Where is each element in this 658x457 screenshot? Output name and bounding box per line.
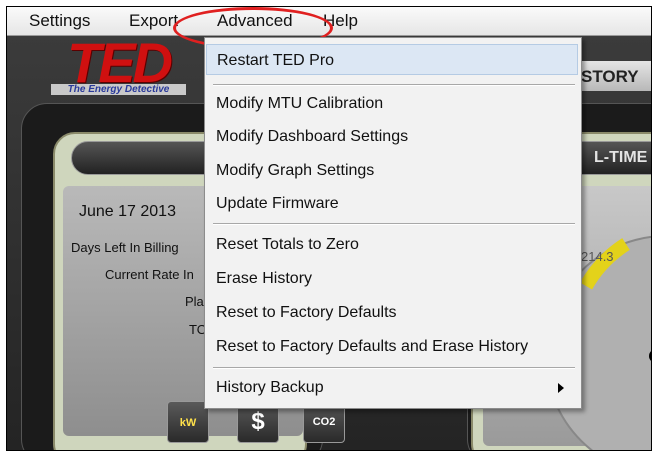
menu-item-erase-history[interactable]: Erase History (206, 263, 578, 294)
stat-days-left: Days Left In Billing (71, 240, 179, 255)
gauge-scale-value: 214.3 (581, 249, 614, 264)
menu-item-reset-totals[interactable]: Reset Totals to Zero (206, 229, 578, 260)
stat-plan: Pla (185, 294, 204, 309)
menu-item-restart[interactable]: Restart TED Pro (206, 44, 578, 75)
menu-item-mtu-calibration[interactable]: Modify MTU Calibration (206, 88, 578, 119)
logo-tagline: The Energy Detective (51, 84, 186, 95)
menu-item-dashboard-settings[interactable]: Modify Dashboard Settings (206, 121, 578, 152)
history-backup-label: History Backup (216, 379, 324, 396)
menu-item-factory-defaults[interactable]: Reset to Factory Defaults (206, 297, 578, 328)
menu-item-update-firmware[interactable]: Update Firmware (206, 188, 578, 219)
menu-settings[interactable]: Settings (29, 11, 90, 31)
present-date: June 17 2013 (79, 203, 176, 220)
menu-separator (213, 367, 575, 369)
submenu-arrow-icon (558, 383, 564, 393)
dollar-icon: $ (251, 408, 265, 435)
menu-item-history-backup[interactable]: History Backup (206, 372, 578, 403)
kw-view-button[interactable]: kW (167, 401, 209, 443)
co2-icon: CO2 (312, 416, 336, 428)
menu-separator (213, 223, 575, 225)
lightbulb-kw-icon: kW (179, 417, 197, 429)
ted-logo: TED The Energy Detective (51, 31, 186, 96)
menu-separator (213, 84, 575, 86)
menu-export[interactable]: Export (129, 11, 178, 31)
stat-current-rate: Current Rate In (105, 267, 194, 282)
app-window: TED The Energy Detective STORY PRES June… (6, 6, 652, 451)
advanced-menu: Restart TED Pro Modify MTU Calibration M… (204, 37, 582, 409)
menu-item-factory-defaults-erase[interactable]: Reset to Factory Defaults and Erase Hist… (206, 331, 578, 362)
menu-item-graph-settings[interactable]: Modify Graph Settings (206, 155, 578, 186)
